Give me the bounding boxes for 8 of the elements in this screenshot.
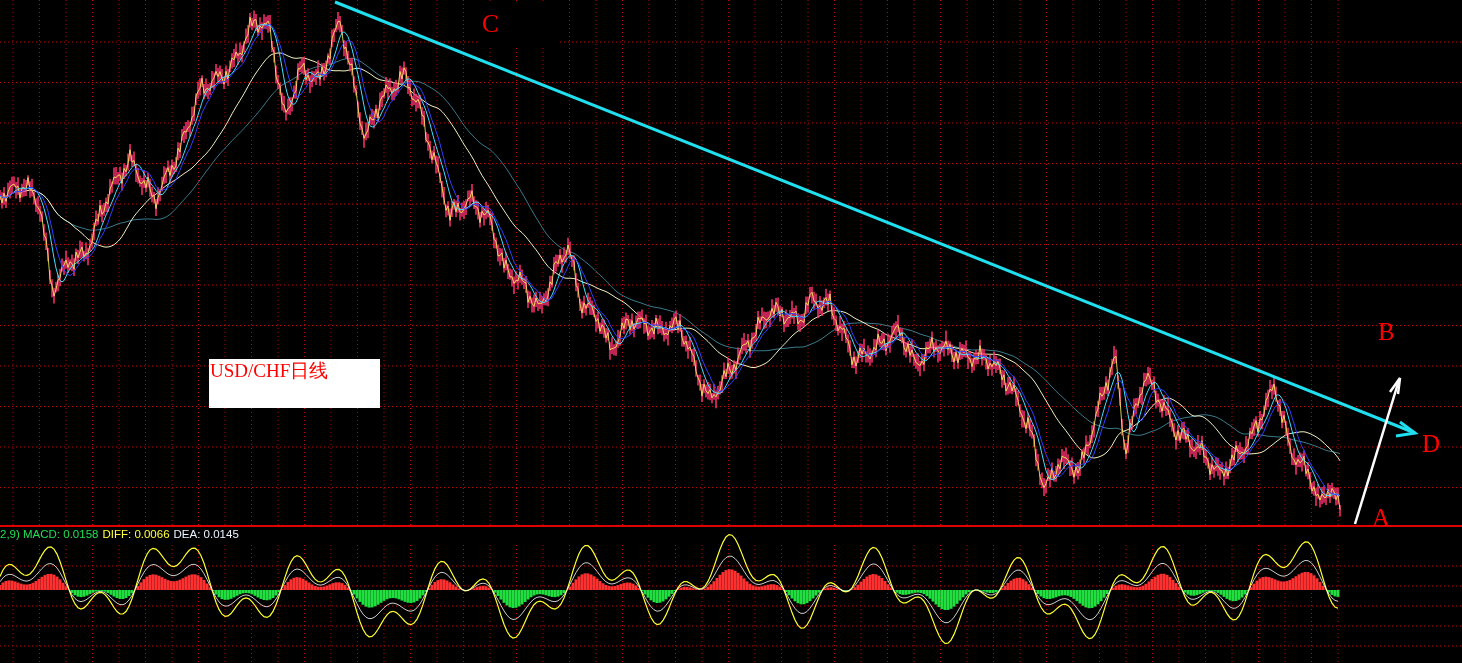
indicator-value: 2,9) MACD: 0.0158 bbox=[0, 527, 99, 542]
indicator-value: DIFF: 0.0066 bbox=[102, 527, 170, 542]
point-label: A bbox=[1372, 504, 1391, 532]
point-label: B bbox=[1378, 318, 1395, 346]
point-label: D bbox=[1422, 430, 1441, 458]
point-label: C bbox=[478, 4, 559, 46]
chart-title: USD/CHF日线 bbox=[209, 359, 380, 408]
indicator-value: DEA: 0.0145 bbox=[173, 527, 239, 542]
